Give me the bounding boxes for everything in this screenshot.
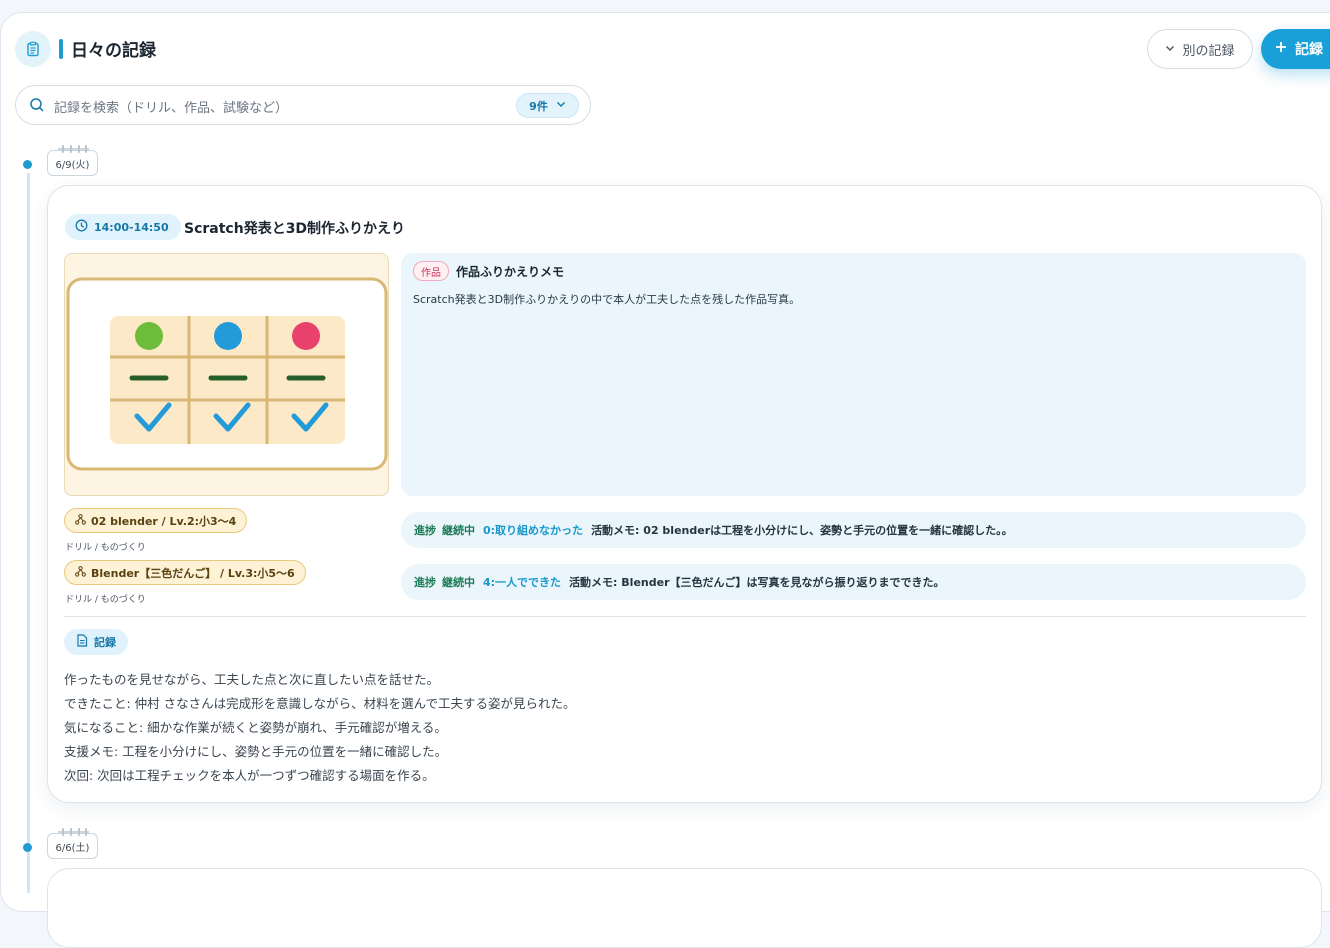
timeline-dot: [23, 160, 32, 169]
chevron-down-icon: [556, 99, 566, 112]
memo-body: Scratch発表と3D制作ふりかえりの中で本人が工夫した点を残した作品写真。: [413, 293, 801, 306]
result-count: 9件: [529, 99, 548, 113]
title-accent-bar: [59, 39, 63, 59]
date-tag: 6/6(土): [47, 828, 98, 859]
timeline-dot: [23, 843, 32, 852]
progress-label: 進捗: [414, 576, 436, 589]
other-records-button[interactable]: 別の記録: [1147, 29, 1253, 69]
search-icon: [29, 97, 45, 117]
progress-label: 進捗: [414, 524, 436, 537]
progress-status: 継続中: [442, 576, 475, 589]
clock-icon: [75, 219, 88, 235]
skill-name: 02 blender / Lv.2:小3〜4: [91, 514, 237, 528]
date-label: 6/6(土): [55, 842, 90, 854]
work-memo: 作品 作品ふりかえりメモ Scratch発表と3D制作ふりかえりの中で本人が工夫…: [401, 253, 1306, 496]
record-notes: 作ったものを見せながら、工夫した点と次に直したい点を話せた。 できたこと: 仲村…: [64, 668, 576, 788]
document-icon: [76, 634, 88, 650]
result-count-dropdown[interactable]: 9件: [516, 93, 579, 118]
add-record-label: 記録: [1295, 42, 1323, 58]
progress-level: 4:一人でできた: [483, 576, 562, 589]
record-badge-label: 記録: [94, 636, 116, 649]
record-title: Scratch発表と3D制作ふりかえり: [184, 221, 406, 237]
other-records-label: 別の記録: [1182, 43, 1235, 59]
time-label: 14:00-14:50: [94, 220, 169, 234]
record-line: 支援メモ: 工程を小分けにし、姿勢と手元の位置を一緒に確認した。: [64, 744, 448, 759]
record-line: 気になること: 細かな作業が続くと姿勢が崩れ、手元確認が増える。: [64, 720, 447, 735]
progress-note: 活動メモ: Blender【三色だんご】は写真を見ながら振り返りまでできた。: [569, 576, 945, 589]
record-badge: 記録: [64, 629, 128, 655]
skill-badge[interactable]: Blender【三色だんご】 / Lv.3:小5〜6: [64, 560, 306, 585]
date-label: 6/9(火): [55, 159, 90, 171]
progress-row: 進捗 継続中 0:取り組めなかった 活動メモ: 02 blenderは工程を小分…: [401, 512, 1306, 548]
divider: [64, 616, 1306, 617]
record-line: 作ったものを見せながら、工夫した点と次に直したい点を話せた。: [64, 672, 440, 687]
add-record-button[interactable]: 記録: [1261, 29, 1330, 69]
tree-icon: [75, 513, 86, 528]
chevron-down-icon: [1165, 42, 1175, 57]
page-title: 日々の記録: [71, 41, 156, 61]
skill-badge[interactable]: 02 blender / Lv.2:小3〜4: [64, 508, 248, 533]
memo-title: 作品ふりかえりメモ: [456, 265, 565, 279]
clipboard-icon: [15, 31, 51, 67]
progress-note: 活動メモ: 02 blenderは工程を小分けにし、姿勢と手元の位置を一緒に確認…: [591, 524, 1013, 537]
progress-status: 継続中: [442, 524, 475, 537]
timeline-line: [27, 173, 30, 893]
record-card[interactable]: 14:00-14:50 Scratch発表と3D制作ふりかえり 作品 作品ふりか…: [47, 185, 1322, 803]
progress-row: 進捗 継続中 4:一人でできた 活動メモ: Blender【三色だんご】は写真を…: [401, 564, 1306, 600]
search-input[interactable]: 記録を検索（ドリル、作品、試験など） 9件: [15, 85, 591, 125]
skill-category: ドリル / ものづくり: [65, 595, 146, 605]
skill-name: Blender【三色だんご】 / Lv.3:小5〜6: [91, 566, 295, 580]
search-placeholder: 記録を検索（ドリル、作品、試験など）: [54, 101, 289, 116]
work-photo[interactable]: [64, 253, 389, 496]
time-badge: 14:00-14:50: [65, 214, 181, 240]
date-tag: 6/9(火): [47, 145, 98, 176]
record-line: できたこと: 仲村 さなさんは完成形を意識しながら、材料を選んで工夫する姿が見ら…: [64, 696, 576, 711]
memo-tag: 作品: [413, 261, 449, 281]
record-card[interactable]: [47, 868, 1322, 948]
progress-level: 0:取り組めなかった: [483, 524, 584, 537]
record-line: 次回: 次回は工程チェックを本人が一つずつ確認する場面を作る。: [64, 768, 435, 783]
skill-category: ドリル / ものづくり: [65, 543, 146, 553]
plus-icon: [1275, 41, 1287, 57]
tree-icon: [75, 565, 86, 580]
